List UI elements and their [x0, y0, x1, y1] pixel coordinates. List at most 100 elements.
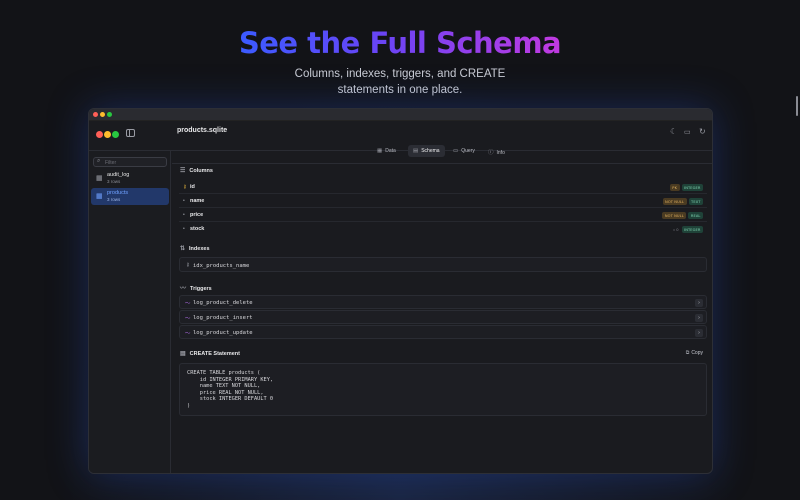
column-name: stock [190, 226, 205, 232]
chevron-right-icon[interactable]: › [695, 313, 703, 322]
grid-icon: ▦ [377, 148, 383, 154]
table-icon: ▦ [96, 175, 103, 182]
page-scrollbar[interactable] [796, 96, 798, 116]
outer-maximize-button[interactable] [107, 112, 112, 117]
tab-label: Query [461, 148, 475, 154]
type-badge: REAL [688, 212, 703, 219]
triggers-heading-text: Triggers [190, 286, 212, 292]
open-folder-icon[interactable]: ▭ [684, 128, 691, 136]
hero-subtitle: Columns, indexes, triggers, and CREATE s… [0, 66, 800, 98]
hero-title: See the Full Schema [0, 26, 800, 60]
columns-heading-text: Columns [189, 168, 213, 174]
index-name: idx_products_name [193, 262, 250, 269]
trigger-row[interactable]: 〜 log_product_update › [179, 325, 707, 339]
tab-label: Info [496, 150, 505, 156]
table-icon: ▦ [96, 193, 103, 200]
sidebar-item-label: audit_log [107, 172, 130, 178]
column-name: name [190, 198, 205, 204]
hero-subtitle-line-2: statements in one place. [337, 84, 463, 96]
key-icon: ⚷ [186, 262, 190, 268]
maximize-button[interactable] [112, 131, 119, 138]
chevron-right-icon[interactable]: › [695, 298, 703, 307]
type-badge: INTEGER [681, 226, 703, 233]
chevron-right-icon[interactable]: › [695, 328, 703, 337]
hero-title-text: See the Full Schema [238, 26, 562, 60]
tab-bar: ▦ Data ▤ Schema ▭ Query ⓘ Info [172, 139, 712, 164]
triggers-heading: 〰 Triggers [180, 283, 212, 292]
theme-toggle-icon[interactable]: ☾ [670, 127, 677, 136]
trigger-name: log_product_delete [193, 299, 253, 306]
outer-minimize-button[interactable] [100, 112, 105, 117]
columns-heading: ☰ Columns [180, 167, 213, 174]
outer-titlebar [89, 109, 712, 121]
column-row-name: • name NOT NULL TEXT [179, 195, 707, 208]
trigger-icon: 〜 [185, 331, 191, 337]
tab-data[interactable]: ▦ Data [372, 145, 401, 157]
list-icon: ☰ [180, 168, 186, 174]
sidebar: ⌕ Filter ▦ audit_log 3 rows ▦ products 3… [89, 151, 171, 473]
sort-icon: ⇅ [180, 246, 186, 252]
search-icon: ⌕ [97, 158, 101, 164]
column-dot-icon: • [183, 226, 185, 232]
terminal-icon: ▭ [453, 148, 459, 154]
type-badge: INTEGER [681, 184, 703, 191]
sidebar-item-products[interactable]: ▦ products 3 rows [91, 188, 169, 205]
column-row-stock: • stock = 0 INTEGER [179, 223, 707, 236]
copy-label: Copy [691, 350, 703, 356]
create-heading-text: CREATE Statement [189, 351, 240, 357]
trigger-icon: 〜 [185, 301, 191, 307]
key-icon: ⚷ [183, 184, 187, 190]
default-value-marker: = 0 [672, 227, 679, 232]
minimize-button[interactable] [104, 131, 111, 138]
filter-placeholder: Filter [105, 159, 117, 166]
main-content: ▦ Data ▤ Schema ▭ Query ⓘ Info ☰ Columns ⚷ id… [172, 145, 712, 473]
tab-schema[interactable]: ▤ Schema [408, 145, 445, 157]
create-statement-heading: ▤ CREATE Statement [180, 350, 240, 357]
document-icon: ▤ [180, 351, 186, 357]
trigger-icon: 〜 [185, 316, 191, 322]
sidebar-item-rows: 3 rows [107, 179, 121, 184]
pk-badge: PK [669, 184, 680, 191]
tab-label: Schema [421, 148, 440, 154]
trigger-row[interactable]: 〜 log_product_insert › [179, 310, 707, 324]
column-dot-icon: • [183, 212, 185, 218]
column-badges: PK INTEGER [669, 184, 703, 191]
sidebar-toggle-icon[interactable] [126, 129, 135, 137]
indexes-heading: ⇅ Indexes [180, 245, 210, 252]
tab-query[interactable]: ▭ Query [448, 145, 480, 157]
activity-icon: 〰 [180, 286, 187, 292]
column-badges: NOT NULL REAL [662, 212, 703, 219]
column-badges: = 0 INTEGER [673, 226, 703, 233]
refresh-icon[interactable]: ↻ [699, 127, 706, 136]
column-row-id: ⚷ id PK INTEGER [179, 181, 707, 194]
create-statement-code: CREATE TABLE products ( id INTEGER PRIMA… [179, 363, 707, 416]
indexes-heading-text: Indexes [189, 246, 210, 252]
index-row: ⚷ idx_products_name [179, 257, 707, 272]
copy-button[interactable]: ⧉ Copy [686, 350, 703, 356]
column-name: id [190, 184, 195, 190]
trigger-name: log_product_update [193, 329, 253, 336]
close-button[interactable] [96, 131, 103, 138]
trigger-row[interactable]: 〜 log_product_delete › [179, 295, 707, 309]
not-null-badge: NOT NULL [662, 198, 687, 205]
tab-info[interactable]: ⓘ Info [483, 145, 510, 157]
copy-icon: ⧉ [685, 350, 690, 356]
column-row-price: • price NOT NULL REAL [179, 209, 707, 222]
sidebar-item-audit-log[interactable]: ▦ audit_log 3 rows [91, 170, 169, 187]
column-dot-icon: • [183, 198, 185, 204]
type-badge: TEXT [688, 198, 703, 205]
create-statement-sql: CREATE TABLE products ( id INTEGER PRIMA… [187, 370, 274, 409]
column-name: price [190, 212, 204, 218]
table-icon: ▤ [413, 148, 419, 154]
tab-label: Data [385, 148, 396, 154]
window-title: products.sqlite [177, 127, 228, 134]
outer-close-button[interactable] [93, 112, 98, 117]
info-icon: ⓘ [488, 150, 494, 156]
not-null-badge: NOT NULL [662, 212, 687, 219]
sidebar-item-label: products [107, 190, 129, 196]
hero-subtitle-line-1: Columns, indexes, triggers, and CREATE [294, 68, 506, 80]
app-window: products.sqlite ☾ ▭ ↻ ⌕ Filter ▦ audit_l… [88, 108, 713, 474]
trigger-name: log_product_insert [193, 314, 253, 321]
filter-input[interactable]: ⌕ Filter [93, 157, 167, 167]
column-badges: NOT NULL TEXT [662, 198, 703, 205]
